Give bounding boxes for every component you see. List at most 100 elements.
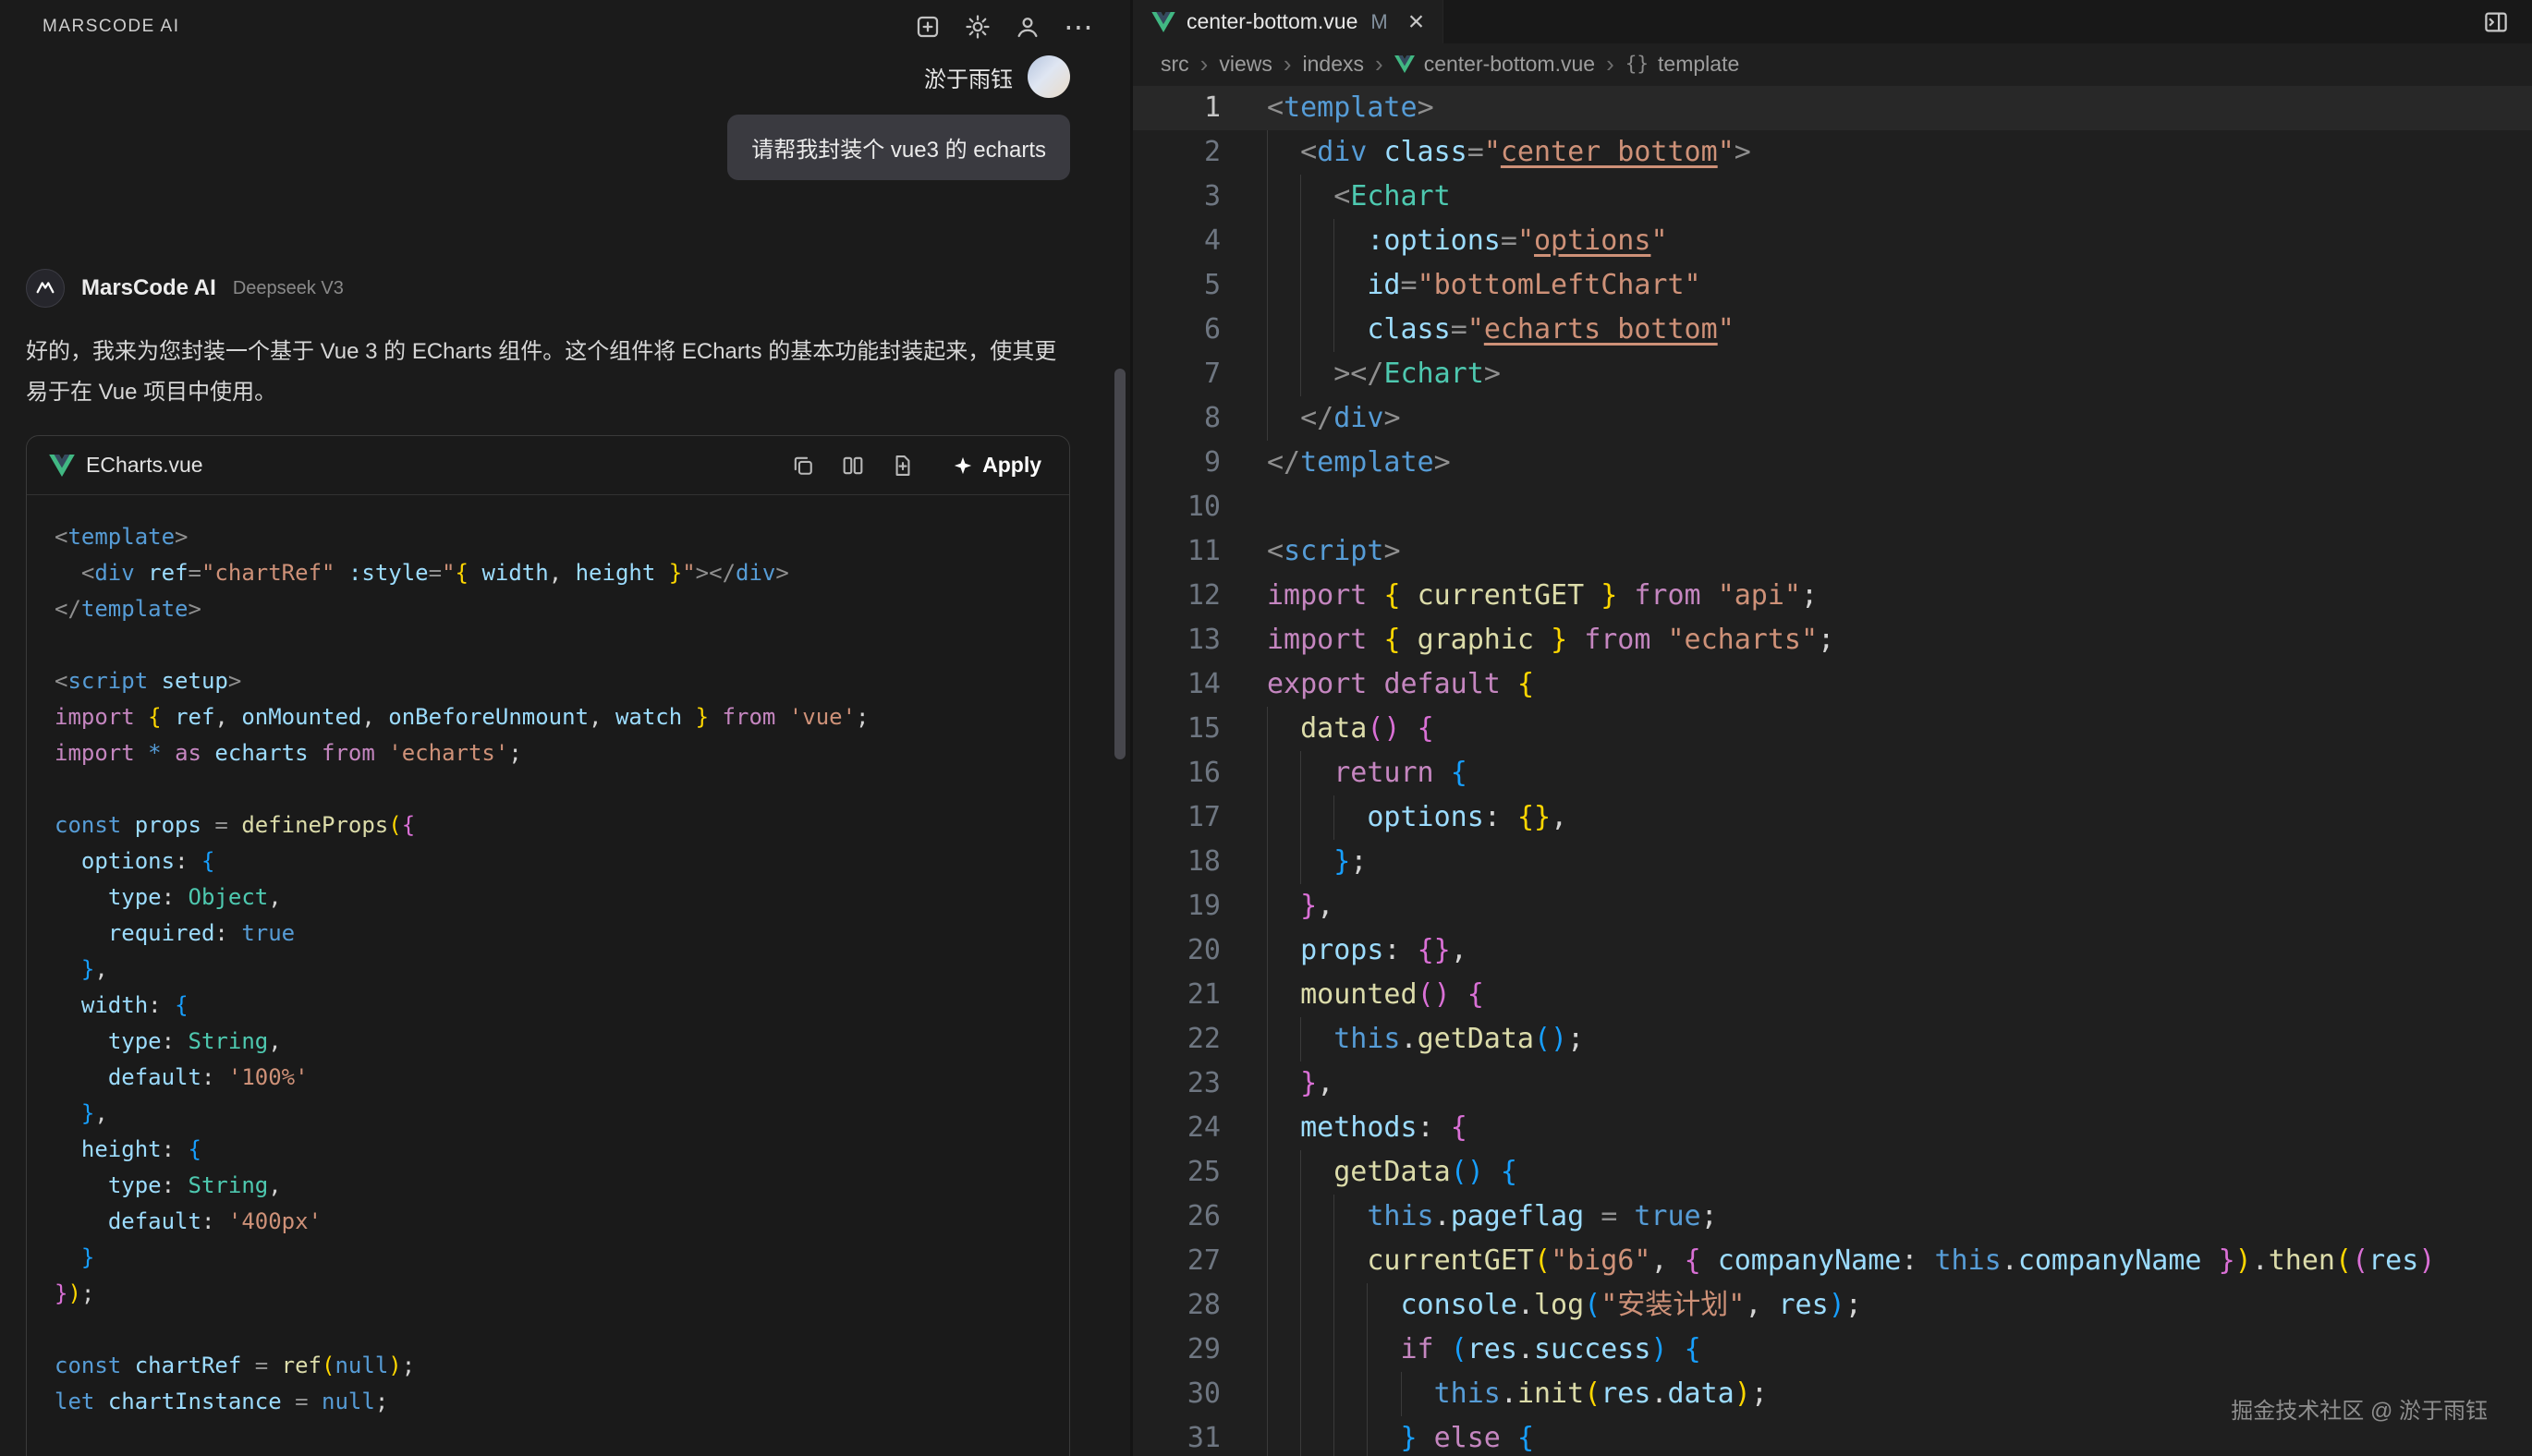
editor-line[interactable]: 17 options: {}, — [1133, 795, 2532, 840]
breadcrumb-file-label: center-bottom.vue — [1424, 52, 1595, 77]
code-line: getData() { — [1221, 1150, 2532, 1195]
editor-line[interactable]: 8 </div> — [1133, 396, 2532, 441]
editor-line[interactable]: 1<template> — [1133, 86, 2532, 130]
code-line: const chartRef = ref(null); — [55, 1348, 1069, 1384]
editor-code: 1<template>2 <div class="center_bottom">… — [1133, 84, 2532, 1456]
editor-line[interactable]: 19 }, — [1133, 884, 2532, 928]
code-line: import { currentGET } from "api"; — [1221, 574, 2532, 618]
line-number: 13 — [1133, 618, 1221, 662]
code-line: default: '400px' — [55, 1204, 1069, 1240]
code-line: this.pageflag = true; — [1221, 1195, 2532, 1239]
code-line: default: '100%' — [55, 1060, 1069, 1096]
line-number: 19 — [1133, 884, 1221, 928]
code-line: ></Echart> — [1221, 352, 2532, 396]
line-number: 23 — [1133, 1062, 1221, 1106]
editor-line[interactable]: 6 class="echarts_bottom" — [1133, 308, 2532, 352]
code-line: :options="options" — [1221, 219, 2532, 263]
editor-line[interactable]: 10 — [1133, 485, 2532, 529]
line-number: 12 — [1133, 574, 1221, 618]
close-tab-icon[interactable]: × — [1408, 8, 1425, 36]
code-line: type: Object, — [55, 880, 1069, 916]
code-line: class="echarts_bottom" — [1221, 308, 2532, 352]
editor-line[interactable]: 23 }, — [1133, 1062, 2532, 1106]
chat-scrollbar[interactable] — [1114, 369, 1126, 759]
editor-line[interactable]: 11<script> — [1133, 529, 2532, 574]
diff-icon[interactable] — [840, 453, 866, 479]
editor-line[interactable]: 13import { graphic } from "echarts"; — [1133, 618, 2532, 662]
editor-line[interactable]: 18 }; — [1133, 840, 2532, 884]
editor-line[interactable]: 14export default { — [1133, 662, 2532, 707]
user-message-bubble: 请帮我封装个 vue3 的 echarts — [727, 115, 1070, 180]
code-line: }, — [1221, 884, 2532, 928]
code-line: type: String, — [55, 1024, 1069, 1060]
breadcrumb-file[interactable]: center-bottom.vue — [1394, 52, 1595, 77]
code-line: <Echart — [1221, 175, 2532, 219]
chevron-right-icon: › — [1606, 50, 1614, 79]
line-number: 16 — [1133, 751, 1221, 795]
code-line: <script> — [1221, 529, 2532, 574]
editor-line[interactable]: 24 methods: { — [1133, 1106, 2532, 1150]
code-line: mounted() { — [1221, 973, 2532, 1017]
code-line: import * as echarts from 'echarts'; — [55, 735, 1069, 771]
more-icon[interactable]: ⋯ — [1064, 13, 1093, 41]
chat-message-list: 淤于雨钰 请帮我封装个 vue3 的 echarts MarsCode AI D… — [0, 48, 1130, 1456]
breadcrumb-src[interactable]: src — [1161, 52, 1189, 77]
code-line: methods: { — [1221, 1106, 2532, 1150]
vue-icon — [49, 455, 75, 477]
assistant-name: MarsCode AI — [81, 275, 216, 301]
code-line: return { — [1221, 751, 2532, 795]
settings-icon[interactable] — [964, 13, 992, 41]
editor-line[interactable]: 29 if (res.success) { — [1133, 1328, 2532, 1372]
editor-line[interactable]: 16 return { — [1133, 751, 2532, 795]
editor-line[interactable]: 9</template> — [1133, 441, 2532, 485]
line-number: 26 — [1133, 1195, 1221, 1239]
editor-line[interactable]: 21 mounted() { — [1133, 973, 2532, 1017]
profile-icon[interactable] — [1014, 13, 1041, 41]
line-number: 28 — [1133, 1283, 1221, 1328]
editor-panel: center-bottom.vue M × src › views › inde… — [1133, 0, 2532, 1456]
tab-bar: center-bottom.vue M × — [1133, 0, 2532, 43]
apply-button[interactable]: Apply — [947, 452, 1047, 479]
chevron-right-icon: › — [1284, 50, 1292, 79]
code-line: }, — [55, 952, 1069, 988]
assistant-message-header: MarsCode AI Deepseek V3 — [26, 269, 1070, 308]
editor-line[interactable]: 25 getData() { — [1133, 1150, 2532, 1195]
code-line: </template> — [55, 591, 1069, 627]
tab-center-bottom-vue[interactable]: center-bottom.vue M × — [1133, 0, 1443, 43]
breadcrumb-views[interactable]: views — [1219, 52, 1272, 77]
code-line: export default { — [1221, 662, 2532, 707]
editor-line[interactable]: 20 props: {}, — [1133, 928, 2532, 973]
editor-line[interactable]: 5 id="bottomLeftChart" — [1133, 263, 2532, 308]
insert-file-icon[interactable] — [890, 453, 916, 479]
braces-icon: {} — [1625, 53, 1649, 75]
new-chat-icon[interactable] — [914, 13, 942, 41]
code-card-filename: ECharts.vue — [86, 453, 203, 478]
modified-badge: M — [1370, 10, 1387, 34]
editor-line[interactable]: 12import { currentGET } from "api"; — [1133, 574, 2532, 618]
breadcrumb-template-label: template — [1658, 52, 1739, 77]
editor-line[interactable]: 3 <Echart — [1133, 175, 2532, 219]
code-line: <div ref="chartRef" :style="{ width, hei… — [55, 555, 1069, 591]
code-line: const props = defineProps({ — [55, 807, 1069, 843]
line-number: 18 — [1133, 840, 1221, 884]
assistant-message-text: 好的，我来为您封装一个基于 Vue 3 的 ECharts 组件。这个组件将 E… — [26, 332, 1070, 413]
editor-line[interactable]: 4 :options="options" — [1133, 219, 2532, 263]
editor-line[interactable]: 2 <div class="center_bottom"> — [1133, 130, 2532, 175]
breadcrumb-indexs[interactable]: indexs — [1303, 52, 1364, 77]
code-line: import { graphic } from "echarts"; — [1221, 618, 2532, 662]
code-line: <div class="center_bottom"> — [1221, 130, 2532, 175]
editor-line[interactable]: 7 ></Echart> — [1133, 352, 2532, 396]
editor-line[interactable]: 22 this.getData(); — [1133, 1017, 2532, 1062]
editor-line[interactable]: 15 data() { — [1133, 707, 2532, 751]
code-line: this.getData(); — [1221, 1017, 2532, 1062]
editor-line[interactable]: 26 this.pageflag = true; — [1133, 1195, 2532, 1239]
split-editor-icon[interactable] — [2482, 8, 2510, 36]
vue-icon — [1151, 12, 1175, 32]
copy-icon[interactable] — [790, 453, 816, 479]
editor-line[interactable]: 27 currentGET("big6", { companyName: thi… — [1133, 1239, 2532, 1283]
breadcrumb: src › views › indexs › center-bottom.vue… — [1133, 43, 2532, 84]
editor-line[interactable]: 28 console.log("安装计划", res); — [1133, 1283, 2532, 1328]
code-line: currentGET("big6", { companyName: this.c… — [1221, 1239, 2532, 1283]
breadcrumb-template-symbol[interactable]: {} template — [1625, 52, 1740, 77]
code-line: required: true — [55, 916, 1069, 952]
